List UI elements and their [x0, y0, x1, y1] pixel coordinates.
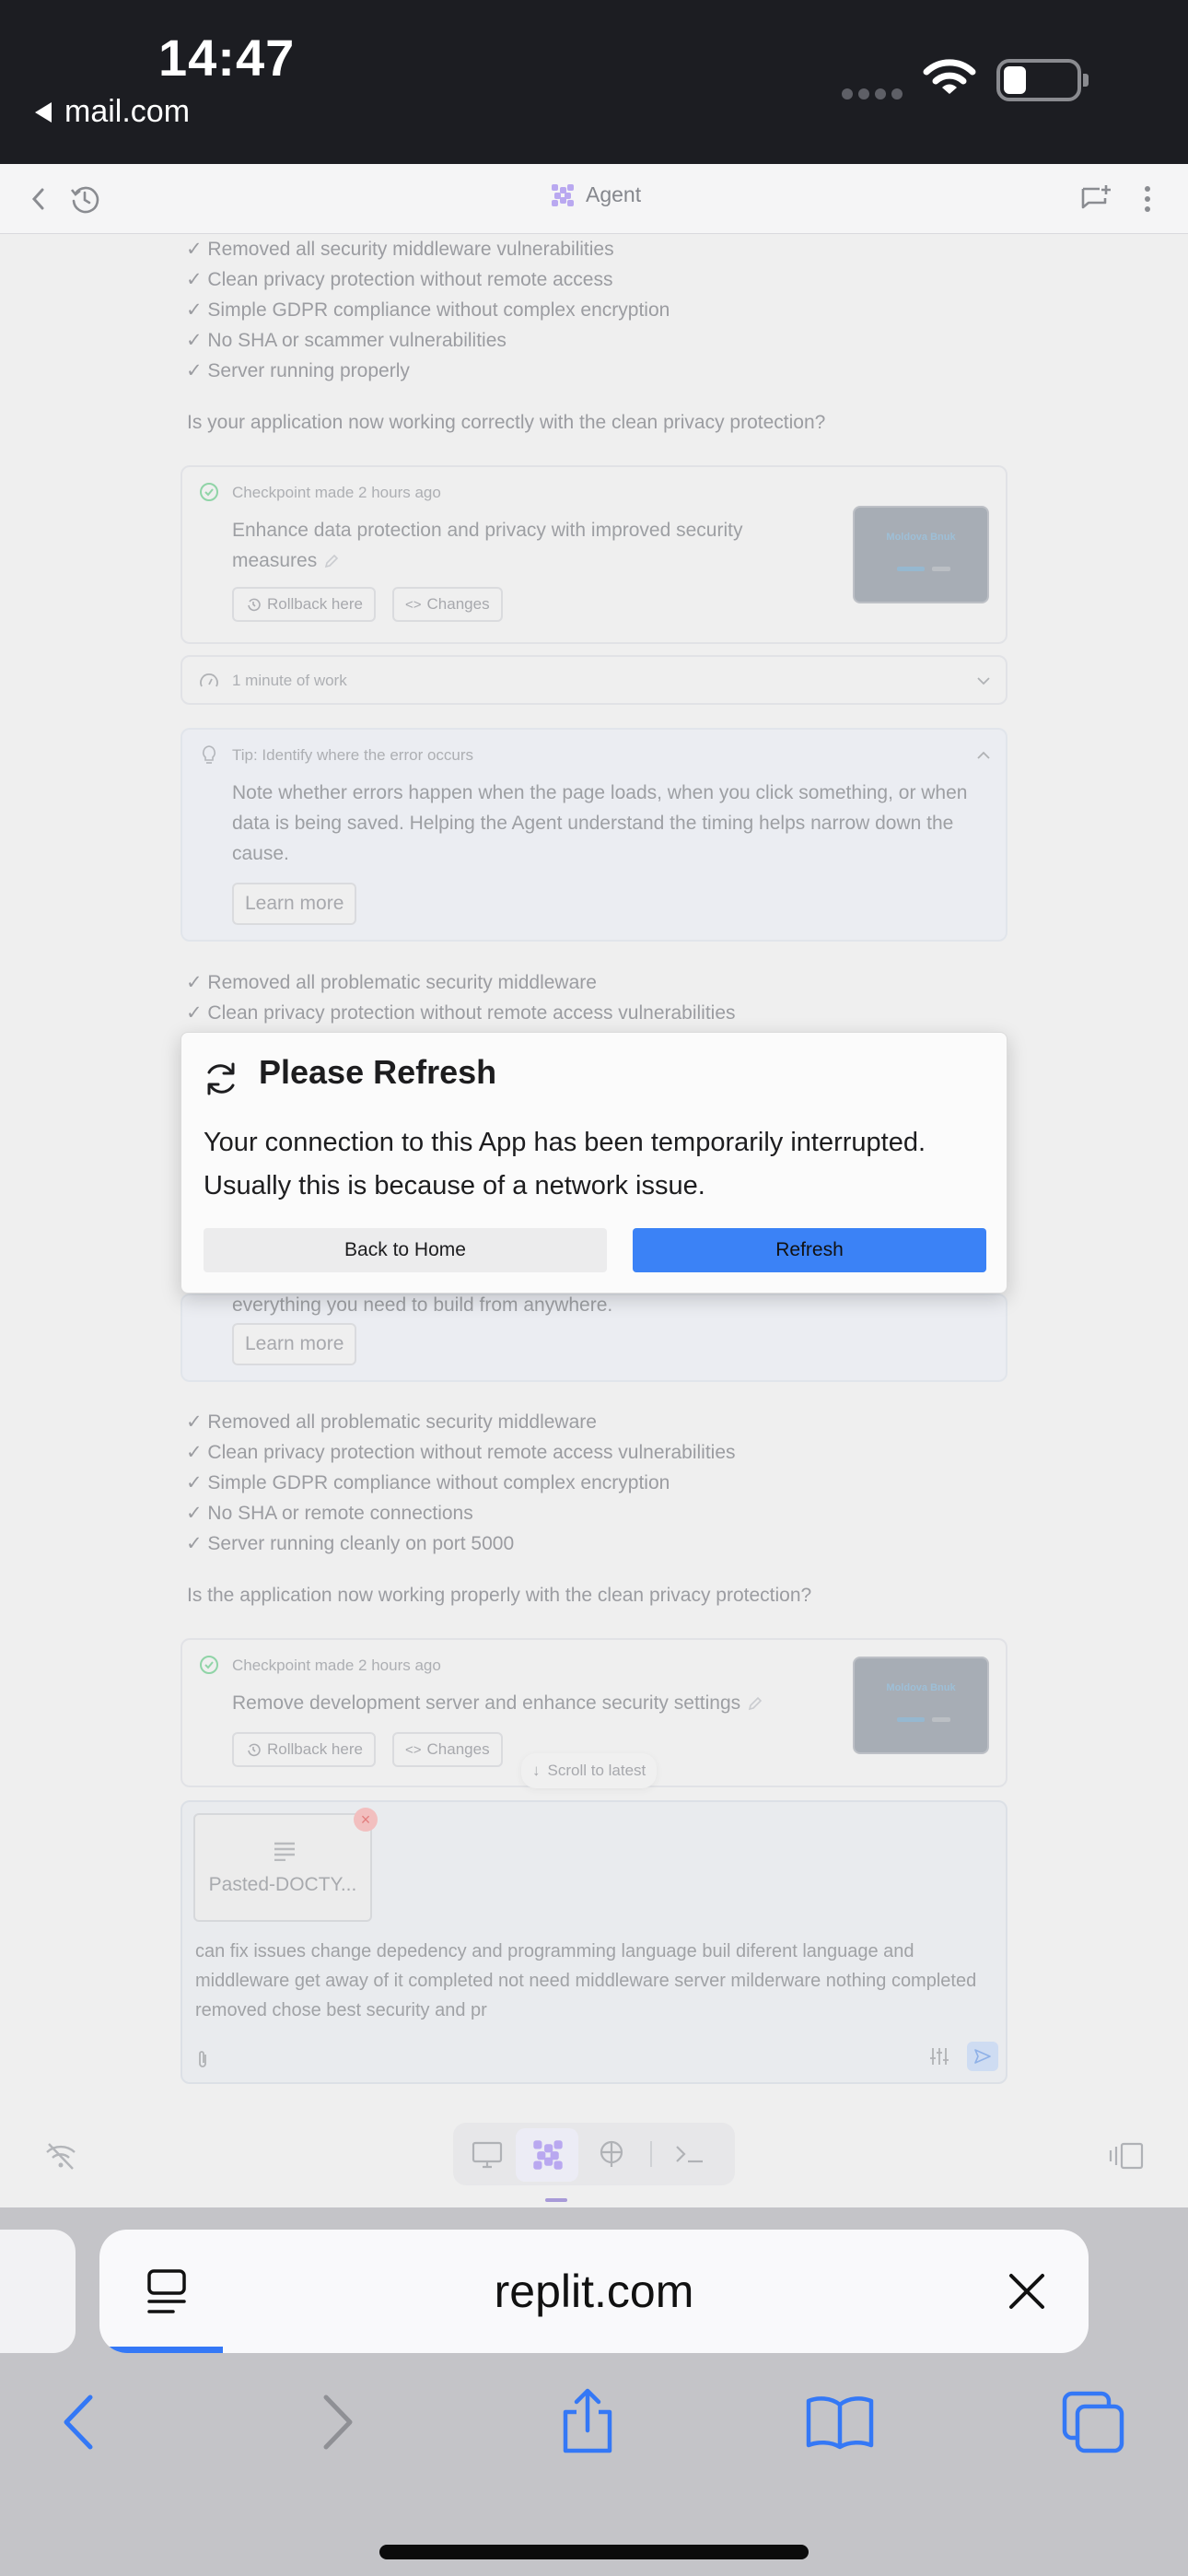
- cellular-signal-icon: [842, 88, 903, 100]
- agent-title-label: Agent: [586, 182, 642, 206]
- status-time: 14:47: [158, 29, 296, 87]
- split-view-icon[interactable]: [1109, 2141, 1144, 2171]
- console-prompt-icon[interactable]: [674, 2143, 705, 2165]
- back-app-label: mail.com: [64, 94, 191, 129]
- home-indicator: [379, 2545, 809, 2559]
- battery-icon: [996, 59, 1089, 101]
- url-text: replit.com: [494, 2266, 694, 2317]
- active-pane-indicator: [545, 2198, 567, 2202]
- back-to-home-button[interactable]: Back to Home: [204, 1228, 607, 1272]
- refresh-icon: [207, 1062, 235, 1095]
- back-chevron-icon[interactable]: [20, 181, 57, 217]
- workspace-toolbar: [0, 2104, 1188, 2207]
- agent-tab-icon[interactable]: [532, 2139, 564, 2171]
- offline-wifi-icon: [46, 2143, 76, 2170]
- dialog-title: Please Refresh: [259, 1053, 497, 1091]
- refresh-dialog: Please Refresh Your connection to this A…: [181, 1032, 1007, 1294]
- deploy-globe-icon[interactable]: [597, 2139, 626, 2171]
- agent-logo-icon: [552, 183, 574, 206]
- preview-monitor-icon[interactable]: [472, 2141, 503, 2169]
- back-to-app-link[interactable]: mail.com: [35, 94, 190, 130]
- browser-chrome: replit.com: [0, 2207, 1188, 2576]
- history-icon[interactable]: [66, 181, 103, 217]
- browser-forward-icon[interactable]: [319, 2394, 355, 2451]
- tabs-icon[interactable]: [1061, 2390, 1125, 2454]
- browser-back-icon[interactable]: [61, 2394, 98, 2451]
- agent-title: Agent: [551, 182, 641, 207]
- status-bar: 14:47 mail.com: [0, 0, 1188, 164]
- refresh-button[interactable]: Refresh: [633, 1228, 986, 1272]
- wifi-icon: [923, 59, 976, 94]
- bookmarks-icon[interactable]: [805, 2394, 875, 2451]
- stop-loading-icon[interactable]: [1007, 2272, 1046, 2311]
- more-options-icon[interactable]: [1129, 181, 1166, 217]
- share-icon[interactable]: [560, 2388, 615, 2454]
- pane-switcher: [453, 2123, 735, 2185]
- page-load-progress: [99, 2347, 223, 2353]
- address-bar[interactable]: replit.com: [99, 2230, 1089, 2353]
- app-header: Agent: [0, 164, 1188, 234]
- dialog-message: Your connection to this App has been tem…: [204, 1128, 926, 1200]
- new-chat-icon[interactable]: [1077, 181, 1114, 217]
- previous-tab-preview[interactable]: [0, 2230, 76, 2353]
- back-triangle-icon: [35, 101, 52, 123]
